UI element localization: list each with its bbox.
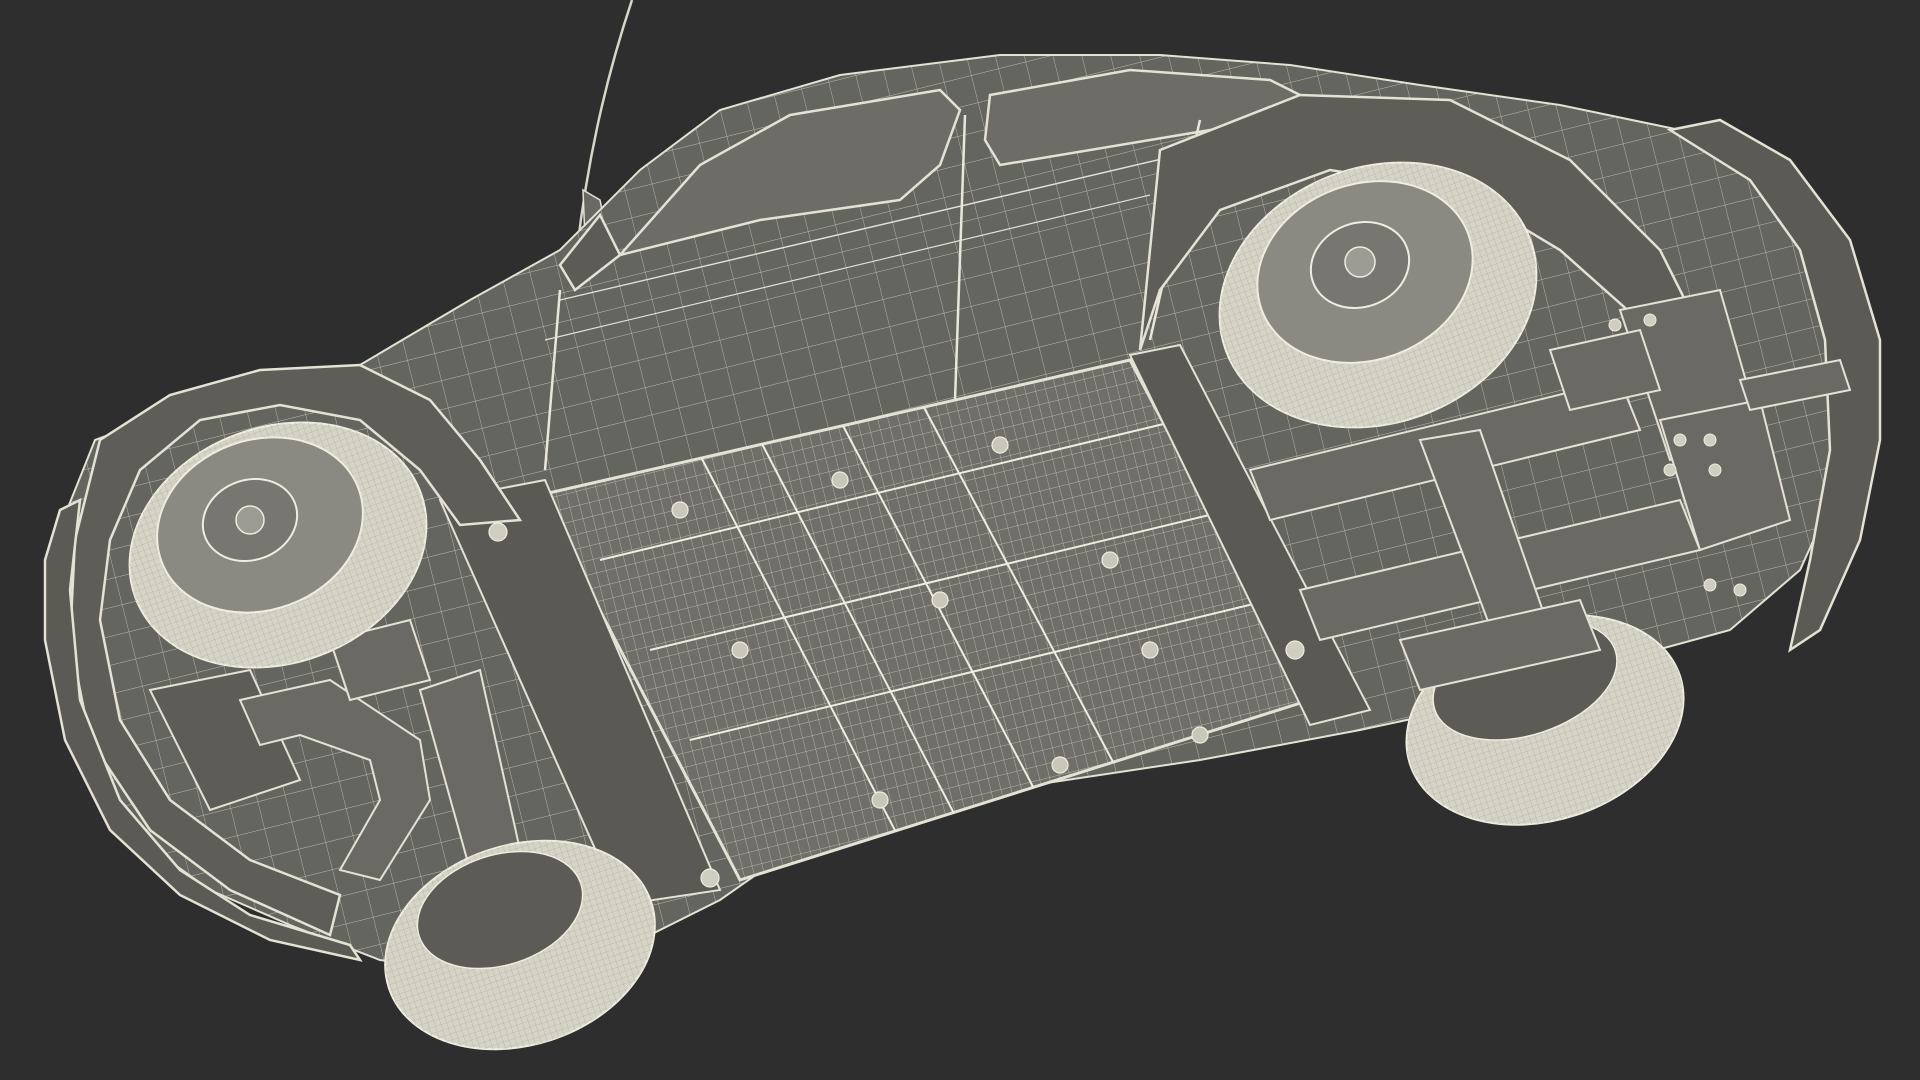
wireframe-car-render bbox=[0, 0, 1920, 1080]
render-viewport bbox=[0, 0, 1920, 1080]
